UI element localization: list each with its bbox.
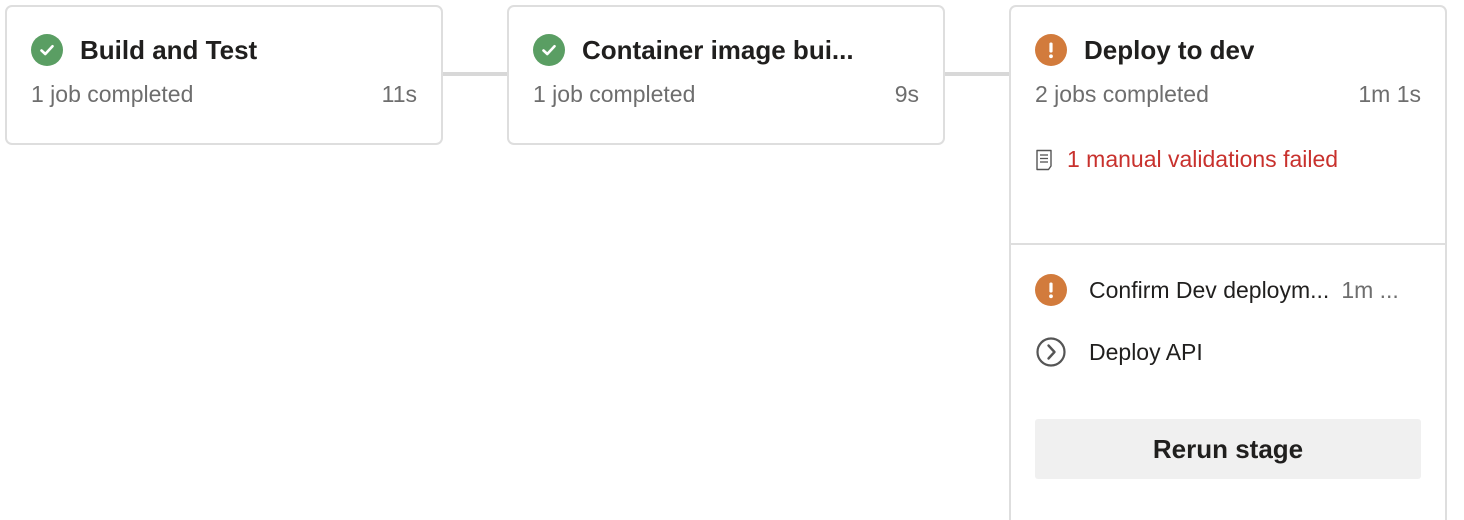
exclamation-circle-icon <box>1035 274 1067 306</box>
checklist-document-icon <box>1035 149 1053 171</box>
stage-duration: 9s <box>894 81 919 107</box>
stage-meta: 1 job completed 9s <box>509 81 943 108</box>
pipeline-canvas: Build and Test 1 job completed 11s Conta… <box>0 0 1464 520</box>
validation-status[interactable]: 1 manual validations failed <box>1011 146 1445 173</box>
stage-meta: 1 job completed 11s <box>7 81 441 108</box>
chevron-right-circle-icon <box>1035 336 1067 368</box>
check-circle-icon <box>533 34 565 66</box>
stage-title: Build and Test <box>80 34 258 65</box>
job-row-deploy-api[interactable]: Deploy API <box>1035 336 1421 368</box>
stage-card-deploy-to-dev[interactable]: Deploy to dev 2 jobs completed 1m 1s 1 m… <box>1009 5 1447 520</box>
stage-divider <box>1011 243 1445 245</box>
job-name: Confirm Dev deploym... <box>1089 276 1330 303</box>
rerun-stage-button[interactable]: Rerun stage <box>1035 419 1421 479</box>
jobs-summary: 1 job completed <box>533 81 696 107</box>
stage-card-build-and-test[interactable]: Build and Test 1 job completed 11s <box>5 5 443 145</box>
exclamation-circle-icon <box>1035 34 1067 66</box>
stage-header: Container image bui... <box>509 25 943 75</box>
stage-header: Build and Test <box>7 25 441 75</box>
jobs-summary: 1 job completed <box>31 81 194 107</box>
stage-meta: 2 jobs completed 1m 1s <box>1011 81 1445 108</box>
jobs-summary: 2 jobs completed <box>1035 81 1209 107</box>
stage-connector <box>442 72 508 76</box>
stage-duration: 11s <box>381 81 417 107</box>
stage-connector <box>944 72 1010 76</box>
job-row-confirm-dev-deployment[interactable]: Confirm Dev deploym... 1m ... <box>1035 274 1421 306</box>
job-duration: 1m ... <box>1341 276 1399 303</box>
stage-title: Container image bui... <box>582 34 854 65</box>
job-name: Deploy API <box>1089 338 1203 365</box>
stage-duration: 1m 1s <box>1358 81 1421 107</box>
validation-message: 1 manual validations failed <box>1067 146 1339 172</box>
stage-card-container-image-build[interactable]: Container image bui... 1 job completed 9… <box>507 5 945 145</box>
stage-header: Deploy to dev <box>1011 25 1445 75</box>
check-circle-icon <box>31 34 63 66</box>
stage-title: Deploy to dev <box>1084 34 1255 65</box>
